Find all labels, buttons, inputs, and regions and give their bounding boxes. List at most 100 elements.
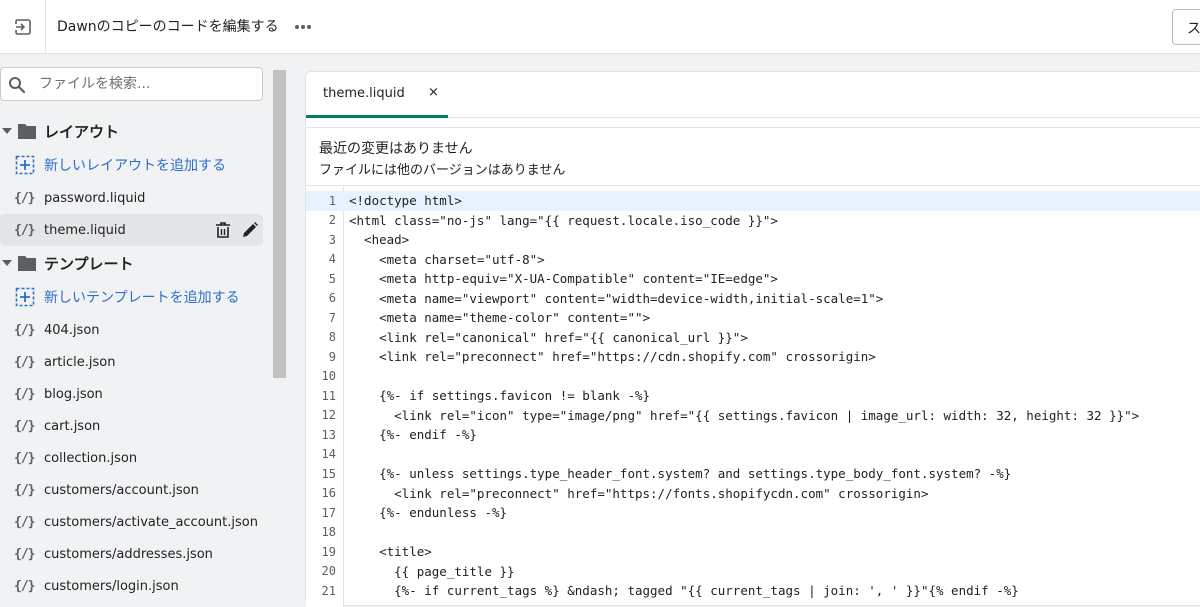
line-number: 13 xyxy=(321,427,336,442)
add-layout-label: 新しいレイアウトを追加する xyxy=(44,158,226,174)
code-text: <meta name="viewport" content="width=dev… xyxy=(349,290,884,306)
code-line: 3 <head> xyxy=(306,230,1200,250)
code-text: {%- endif -%} xyxy=(349,427,477,443)
code-text: <link rel="canonical" href="{{ canonical… xyxy=(349,329,748,345)
line-number: 6 xyxy=(328,291,336,306)
file-item[interactable]: {/} customers/addresses.json xyxy=(0,538,263,570)
rename-pencil-icon[interactable] xyxy=(241,221,259,239)
line-number: 9 xyxy=(328,349,336,364)
tab-theme-liquid[interactable]: theme.liquid × xyxy=(306,72,448,118)
file-sidebar: レイアウト 新しいレイアウトを追加する {/} password.liquid … xyxy=(0,55,270,600)
line-number: 2 xyxy=(328,213,336,228)
file-item-active[interactable]: {/} theme.liquid xyxy=(0,214,263,246)
sidebar-scrollbar-thumb[interactable] xyxy=(273,70,286,378)
page-title: Dawnのコピーのコードを編集する xyxy=(57,19,279,35)
version-info: 最近の変更はありません ファイルには他のバージョンはありません xyxy=(306,127,1200,186)
code-text: {%- endunless -%} xyxy=(349,505,508,521)
code-line: 12 <link rel="icon" type="image/png" hre… xyxy=(306,406,1200,426)
line-number: 14 xyxy=(321,447,336,462)
liquid-file-icon: {/} xyxy=(14,222,35,238)
close-icon[interactable]: × xyxy=(428,85,439,100)
line-number: 18 xyxy=(321,525,336,540)
code-text: <link rel="preconnect" href="https://fon… xyxy=(349,485,929,501)
code-line: 21 {%- if current_tags %} &ndash; tagged… xyxy=(306,581,1200,601)
file-label: collection.json xyxy=(44,450,138,466)
file-label: article.json xyxy=(44,354,116,370)
code-text: {{ page_title }} xyxy=(349,563,515,579)
versions-text: ファイルには他のバージョンはありません xyxy=(319,163,566,178)
code-line: 19 <title> xyxy=(306,542,1200,562)
exit-button[interactable] xyxy=(0,0,46,53)
top-bar: Dawnのコピーのコードを編集する ス xyxy=(0,0,1200,54)
add-file-icon xyxy=(15,155,35,175)
code-line: 8 <link rel="canonical" href="{{ canonic… xyxy=(306,328,1200,348)
file-item[interactable]: {/} cart.json xyxy=(0,410,263,442)
code-line: 9 <link rel="preconnect" href="https://c… xyxy=(306,347,1200,367)
more-icon xyxy=(295,25,311,29)
tab-label: theme.liquid xyxy=(323,86,405,101)
folder-label: テンプレート xyxy=(44,254,134,273)
folder-templates[interactable]: テンプレート xyxy=(0,247,263,279)
code-line: 14 xyxy=(306,445,1200,465)
add-layout-link[interactable]: 新しいレイアウトを追加する xyxy=(0,149,263,181)
line-number: 19 xyxy=(321,544,336,559)
more-actions-button[interactable] xyxy=(290,14,316,40)
folder-icon xyxy=(18,124,36,139)
code-text: <!doctype html> xyxy=(349,193,462,209)
file-label: customers/account.json xyxy=(44,482,199,498)
file-item[interactable]: {/} article.json xyxy=(0,346,263,378)
line-number: 7 xyxy=(328,310,336,325)
file-label: customers/activate_account.json xyxy=(44,514,258,530)
code-line: 15 {%- unless settings.type_header_font.… xyxy=(306,464,1200,484)
liquid-file-icon: {/} xyxy=(14,354,35,370)
liquid-file-icon: {/} xyxy=(14,450,35,466)
code-line: 6 <meta name="viewport" content="width=d… xyxy=(306,289,1200,309)
code-text: <link rel="icon" type="image/png" href="… xyxy=(349,407,1140,423)
liquid-file-icon: {/} xyxy=(14,546,35,562)
file-item[interactable]: {/} customers/login.json xyxy=(0,570,263,600)
code-line: 2 <html class="no-js" lang="{{ request.lo… xyxy=(306,211,1200,231)
file-search[interactable] xyxy=(0,67,263,101)
code-line: 18 xyxy=(306,523,1200,543)
save-button[interactable]: ス xyxy=(1172,9,1200,45)
file-item[interactable]: {/} customers/account.json xyxy=(0,474,263,506)
file-item[interactable]: {/} 404.json xyxy=(0,314,263,346)
line-number: 10 xyxy=(321,369,336,384)
search-input[interactable] xyxy=(37,74,257,94)
add-file-icon xyxy=(15,287,35,307)
file-item[interactable]: {/} collection.json xyxy=(0,442,263,474)
line-number: 20 xyxy=(321,564,336,579)
code-text: {%- unless settings.type_header_font.sys… xyxy=(349,466,1012,482)
file-item[interactable]: {/} blog.json xyxy=(0,378,263,410)
code-line: 17 {%- endunless -%} xyxy=(306,503,1200,523)
liquid-file-icon: {/} xyxy=(14,482,35,498)
file-label: password.liquid xyxy=(44,190,146,206)
file-label: blog.json xyxy=(44,386,103,402)
file-item[interactable]: {/} customers/activate_account.json xyxy=(0,506,263,538)
code-line: 1 <!doctype html> xyxy=(306,191,1200,211)
code-text: <link rel="preconnect" href="https://cdn… xyxy=(349,349,876,365)
line-number: 3 xyxy=(328,232,336,247)
line-number: 8 xyxy=(328,330,336,345)
code-text: <title> xyxy=(349,544,432,560)
liquid-file-icon: {/} xyxy=(14,578,35,594)
line-number: 5 xyxy=(328,271,336,286)
liquid-file-icon: {/} xyxy=(14,418,35,434)
code-editor-panel: theme.liquid × 最近の変更はありません ファイルには他のバージョン… xyxy=(305,71,1200,607)
code-line: 4 <meta charset="utf-8"> xyxy=(306,250,1200,270)
folder-icon xyxy=(18,256,36,271)
code-text: <head> xyxy=(349,232,410,248)
folder-layout[interactable]: レイアウト xyxy=(0,115,263,147)
delete-icon[interactable] xyxy=(215,221,231,239)
editor-tab-bar: theme.liquid × xyxy=(306,72,1200,118)
add-template-link[interactable]: 新しいテンプレートを追加する xyxy=(0,281,263,313)
file-label: 404.json xyxy=(44,322,100,338)
code-text: <meta charset="utf-8"> xyxy=(349,251,545,267)
code-area[interactable]: 1 <!doctype html> 2 <html class="no-js" lan… xyxy=(306,187,1200,607)
code-line: 5 <meta http-equiv="X-UA-Compatible" con… xyxy=(306,269,1200,289)
file-item[interactable]: {/} password.liquid xyxy=(0,182,263,214)
code-line: 11 {%- if settings.favicon != blank -%} xyxy=(306,386,1200,406)
recent-changes-text: 最近の変更はありません xyxy=(319,141,473,157)
liquid-file-icon: {/} xyxy=(14,514,35,530)
file-label: cart.json xyxy=(44,418,101,434)
